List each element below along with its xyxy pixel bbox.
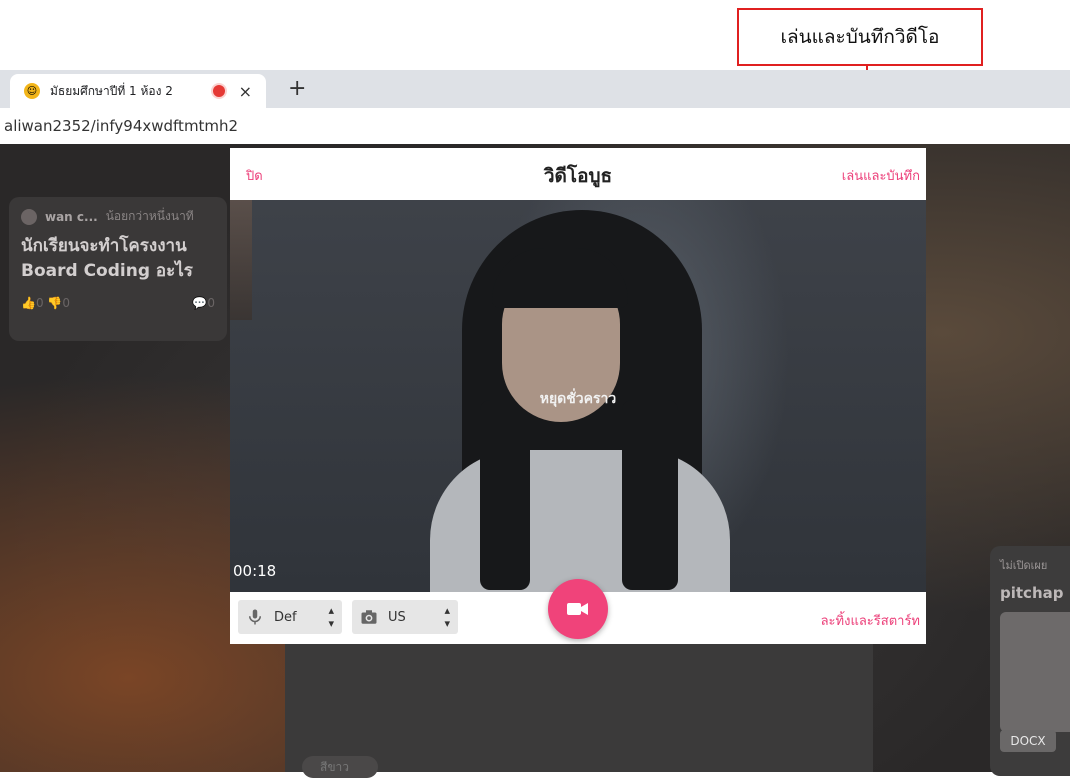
post-author: wan c... [45, 209, 98, 224]
recording-indicator-icon [212, 85, 225, 97]
address-bar[interactable]: aliwan2352/infy94xwdftmtmh2 [0, 108, 1070, 145]
docx-badge: DOCX [1000, 730, 1056, 752]
discard-and-restart-button[interactable]: ละทิ้งและรีสตาร์ท [821, 610, 920, 631]
post-card-left: wan c... น้อยกว่าหนึ่งนาที นักเรียนจะทำโ… [9, 197, 227, 341]
video-person-shirt [430, 450, 730, 592]
post-right-meta: ไม่เปิดเผย [1000, 559, 1048, 572]
annotation-callout-text: เล่นและบันทึกวิดีโอ [780, 26, 940, 48]
video-booth-modal: ปิด วิดีโอบูธ เล่นและบันทึก หยุดชั่วคราว… [230, 148, 926, 644]
emoji-favicon-icon: ☺ [24, 83, 40, 99]
paused-label: หยุดชั่วคราว [539, 391, 617, 407]
select-caret-icon: ▴ ▾ [328, 604, 334, 630]
microphone-icon [249, 609, 261, 625]
record-and-save-button[interactable]: เล่นและบันทึก [842, 165, 920, 186]
thumbs-up-icon: 👍 [21, 296, 36, 310]
annotation-callout: เล่นและบันทึกวิดีโอ [737, 8, 983, 66]
comment-icon: 💬 [192, 296, 208, 310]
url-text: aliwan2352/infy94xwdftmtmh2 [4, 117, 239, 135]
browser-tab[interactable]: ☺ มัธยมศึกษาปีที่ 1 ห้อง 2 × [10, 74, 266, 108]
video-preview: หยุดชั่วคราว 00:18 [230, 200, 926, 592]
color-chip: สีขาว [302, 756, 378, 778]
composer-panel-behind [285, 640, 873, 772]
comment-count-wrap: 💬0 [192, 296, 215, 310]
browser-tab-bar: ☺ มัธยมศึกษาปีที่ 1 ห้อง 2 × [0, 70, 1070, 108]
video-plant [230, 200, 252, 320]
video-person-hair-right [622, 400, 678, 590]
post-reactions: 👍0 👎0 💬0 [21, 296, 215, 310]
close-tab-icon[interactable]: × [239, 82, 252, 101]
post-right-title: pitchap [1000, 584, 1064, 602]
camera-icon [361, 610, 377, 624]
dislike-count: 0 [62, 296, 71, 310]
post-author-meta: น้อยกว่าหนึ่งนาที [105, 209, 194, 223]
post-title: นักเรียนจะทำโครงงาน Board Coding อะไร [21, 236, 193, 281]
microphone-select[interactable]: Def ▴ ▾ [238, 600, 342, 634]
video-camera-icon [567, 603, 588, 615]
comment-count: 0 [207, 296, 215, 310]
tab-title: มัธยมศึกษาปีที่ 1 ห้อง 2 [50, 83, 173, 98]
camera-select[interactable]: US ▴ ▾ [352, 600, 458, 634]
like-count: 0 [35, 296, 44, 310]
new-tab-icon[interactable]: + [288, 76, 306, 101]
record-video-button[interactable] [548, 579, 608, 639]
post-author-row: wan c... น้อยกว่าหนึ่งนาที [21, 207, 215, 226]
microphone-select-value: Def [274, 609, 297, 625]
video-person-hair-left [480, 400, 530, 590]
document-thumbnail [1000, 612, 1070, 732]
reaction-counts: 👍0 👎0 [21, 296, 70, 310]
select-caret-icon: ▴ ▾ [444, 604, 450, 630]
recording-timer: 00:18 [233, 562, 277, 580]
thumbs-down-icon: 👎 [47, 296, 63, 310]
avatar [21, 208, 37, 225]
modal-header: ปิด วิดีโอบูธ เล่นและบันทึก [230, 148, 926, 200]
modal-title: วิดีโอบูธ [543, 165, 613, 187]
camera-select-value: US [388, 609, 406, 625]
